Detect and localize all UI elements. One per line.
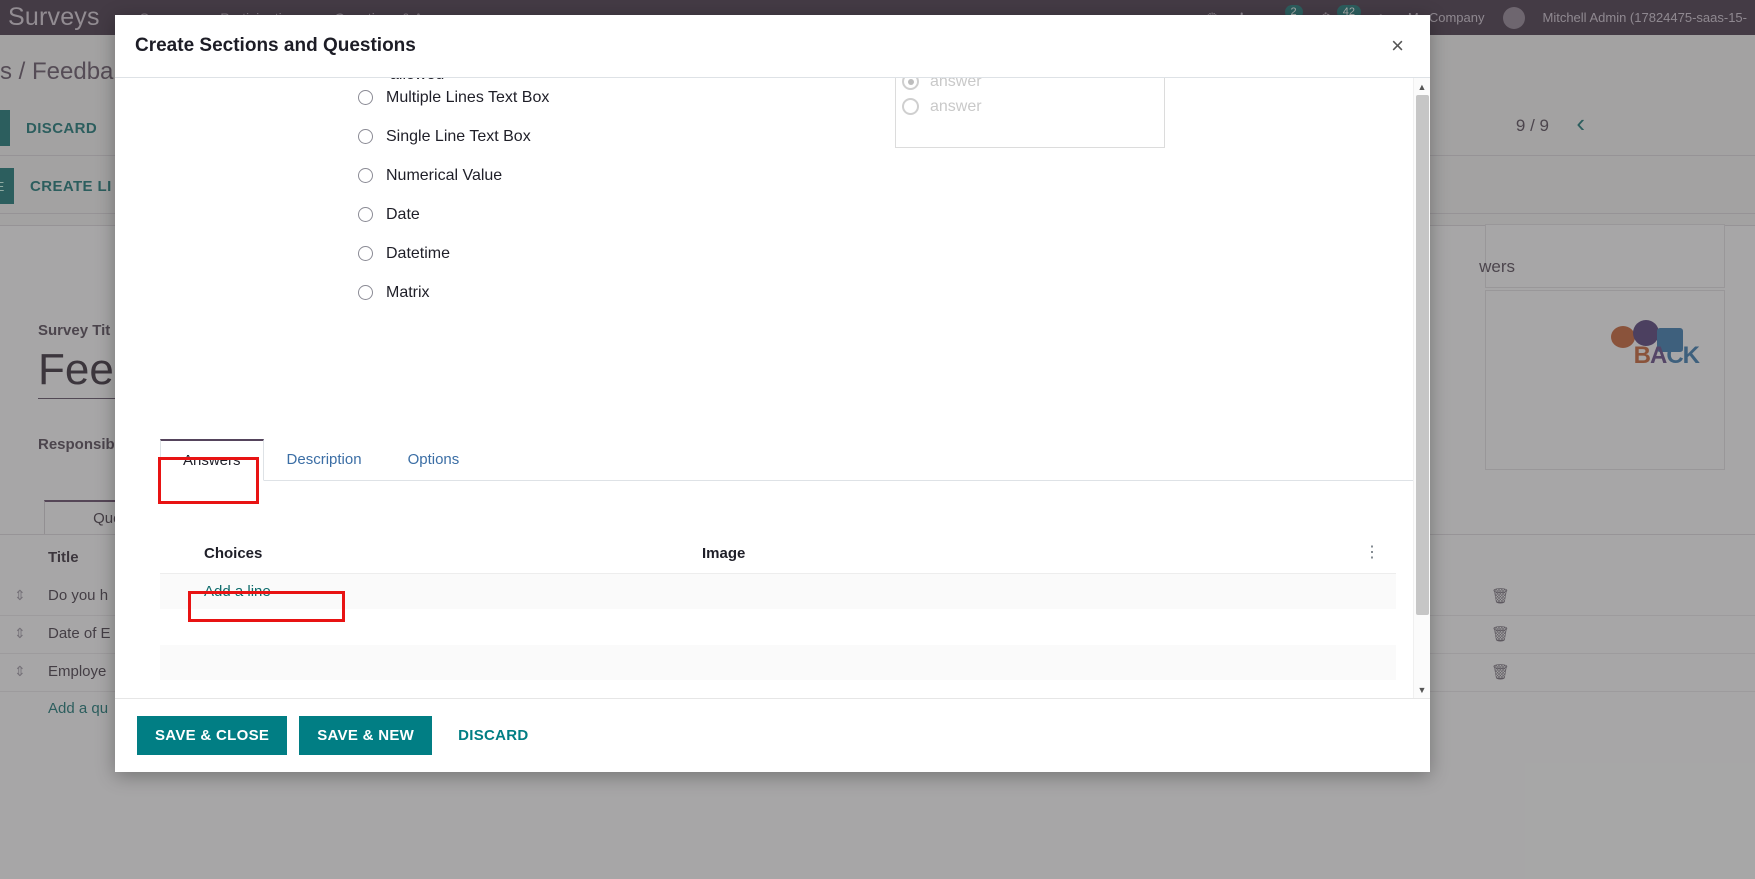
- column-options-icon[interactable]: ⋮: [1360, 544, 1384, 560]
- tab-options[interactable]: Options: [385, 438, 483, 480]
- discard-button[interactable]: DISCARD: [444, 716, 546, 755]
- radio-icon[interactable]: [358, 207, 373, 222]
- choices-table: Choices Image ⋮ Add a line: [160, 533, 1396, 680]
- add-line-row[interactable]: Add a line: [160, 573, 1396, 609]
- answer-preview-box: answer answer: [895, 78, 1165, 148]
- radio-icon[interactable]: [358, 246, 373, 261]
- radio-icon[interactable]: [358, 129, 373, 144]
- dialog-header: Create Sections and Questions ×: [115, 15, 1430, 78]
- radio-icon[interactable]: [358, 90, 373, 105]
- add-a-line-link[interactable]: Add a line: [204, 583, 271, 600]
- close-icon[interactable]: ×: [1383, 31, 1412, 61]
- preview-answer-row: answer: [896, 78, 1164, 94]
- truncated-option-label: allowed: [390, 78, 444, 80]
- column-header-image: Image: [702, 544, 746, 562]
- preview-answer-label: answer: [930, 78, 982, 90]
- dialog-tabs: Answers Description Options: [160, 438, 1413, 481]
- preview-answer-row: answer: [896, 94, 1164, 119]
- dialog-scrollbar[interactable]: ▲ ▼: [1413, 78, 1430, 698]
- create-sections-questions-dialog: Create Sections and Questions × allowed …: [115, 15, 1430, 772]
- scroll-up-icon[interactable]: ▲: [1414, 78, 1430, 95]
- scrollbar-thumb[interactable]: [1416, 95, 1429, 615]
- column-header-choices: Choices: [204, 544, 263, 562]
- tab-answers[interactable]: Answers: [160, 439, 264, 481]
- option-label: Numerical Value: [386, 166, 503, 184]
- radio-selected-icon: [902, 78, 919, 90]
- scroll-down-icon[interactable]: ▼: [1414, 681, 1430, 698]
- radio-icon: [902, 98, 919, 115]
- question-type-option-single-line-text-box[interactable]: Single Line Text Box: [358, 117, 549, 156]
- save-and-close-button[interactable]: SAVE & CLOSE: [137, 716, 288, 755]
- option-label: Matrix: [386, 283, 430, 301]
- dialog-scroll-area: allowed Multiple Lines Text Box Single L…: [115, 78, 1413, 698]
- question-type-option-numerical-value[interactable]: Numerical Value: [358, 156, 549, 195]
- question-type-radio-group: allowed Multiple Lines Text Box Single L…: [358, 78, 549, 312]
- tab-description[interactable]: Description: [264, 438, 385, 480]
- option-label: Single Line Text Box: [386, 127, 531, 145]
- option-label: Multiple Lines Text Box: [386, 88, 550, 106]
- dialog-body: allowed Multiple Lines Text Box Single L…: [115, 78, 1430, 698]
- question-type-option-date[interactable]: Date: [358, 195, 549, 234]
- dialog-footer: SAVE & CLOSE SAVE & NEW DISCARD: [115, 698, 1430, 772]
- question-type-option-datetime[interactable]: Datetime: [358, 234, 549, 273]
- dialog-title: Create Sections and Questions: [135, 35, 416, 56]
- empty-table-row: [160, 645, 1396, 680]
- question-type-option-matrix[interactable]: Matrix: [358, 273, 549, 312]
- question-type-option-multiple-lines-text-box[interactable]: Multiple Lines Text Box: [358, 78, 549, 117]
- option-label: Date: [386, 205, 420, 223]
- radio-icon[interactable]: [358, 285, 373, 300]
- save-and-new-button[interactable]: SAVE & NEW: [299, 716, 433, 755]
- choices-table-header: Choices Image ⋮: [160, 533, 1396, 573]
- radio-icon[interactable]: [358, 168, 373, 183]
- preview-answer-label: answer: [930, 97, 982, 115]
- option-label: Datetime: [386, 244, 451, 262]
